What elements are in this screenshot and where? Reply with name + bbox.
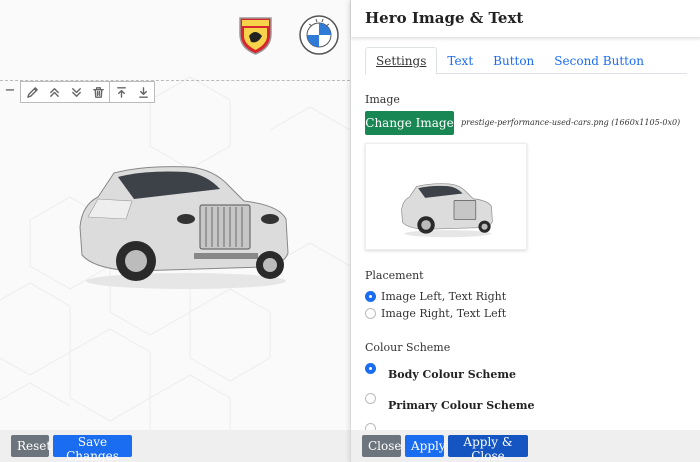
radio-checked-icon[interactable] (365, 291, 376, 302)
placement-image-left-radio[interactable]: Image Left, Text Right (365, 290, 506, 303)
reset-button[interactable]: Reset (11, 435, 51, 457)
tab-text[interactable]: Text (437, 47, 483, 74)
primary-colour-scheme-radio[interactable] (365, 393, 376, 404)
body-colour-scheme-label[interactable]: Body Colour Scheme (388, 368, 516, 381)
chevron-double-up-icon[interactable] (43, 82, 65, 102)
apply-and-close-button[interactable]: Apply & Close (448, 435, 528, 462)
edit-toolbar-primary-group (21, 82, 109, 102)
canvas-footer: Reset Save Changes (0, 430, 350, 462)
radio-unchecked-icon[interactable] (365, 308, 376, 319)
car-thumbnail-image (401, 183, 493, 238)
panel-tabs: Settings Text Button Second Button (365, 47, 687, 75)
arrow-up-to-line-icon[interactable] (110, 82, 132, 102)
body-colour-scheme-radio[interactable] (365, 363, 376, 374)
panel-header: Hero Image & Text (351, 0, 700, 37)
image-section-label: Image (365, 93, 400, 106)
change-image-button[interactable]: Change Image (365, 111, 454, 135)
close-button[interactable]: Close (362, 435, 402, 457)
placement-section-label: Placement (365, 269, 424, 282)
arrow-down-to-line-icon[interactable] (132, 82, 154, 102)
pencil-icon[interactable] (21, 82, 43, 102)
tab-settings[interactable]: Settings (365, 47, 438, 75)
section-edit-toolbar (20, 81, 155, 103)
image-filename: prestige-performance-used-cars.png (1660… (461, 118, 681, 127)
abarth-logo[interactable] (237, 14, 274, 56)
hero-settings-panel: Hero Image & Text Settings Text Button S… (350, 0, 700, 462)
panel-footer: Close Apply Apply & Close (351, 430, 700, 462)
bmw-logo[interactable] (298, 14, 340, 56)
trash-icon[interactable] (87, 82, 109, 102)
hero-car-image[interactable] (74, 157, 294, 292)
placement-image-right-radio[interactable]: Image Right, Text Left (365, 307, 506, 320)
page-canvas: − Reset Save Changes (0, 0, 350, 462)
collapse-section-toggle[interactable]: − (4, 83, 16, 98)
primary-colour-scheme-label[interactable]: Primary Colour Scheme (388, 399, 535, 412)
edit-toolbar-position-group (109, 82, 154, 102)
colour-scheme-section-label: Colour Scheme (365, 341, 451, 354)
tab-button[interactable]: Button (483, 47, 544, 74)
apply-button[interactable]: Apply (405, 435, 446, 457)
placement-option-label: Image Left, Text Right (381, 290, 507, 303)
chevron-double-down-icon[interactable] (65, 82, 87, 102)
placement-option-label: Image Right, Text Left (381, 307, 507, 320)
save-changes-button[interactable]: Save Changes (53, 435, 132, 462)
panel-title: Hero Image & Text (365, 9, 524, 27)
tab-second-button[interactable]: Second Button (544, 47, 654, 74)
image-preview-thumbnail[interactable] (365, 143, 527, 250)
